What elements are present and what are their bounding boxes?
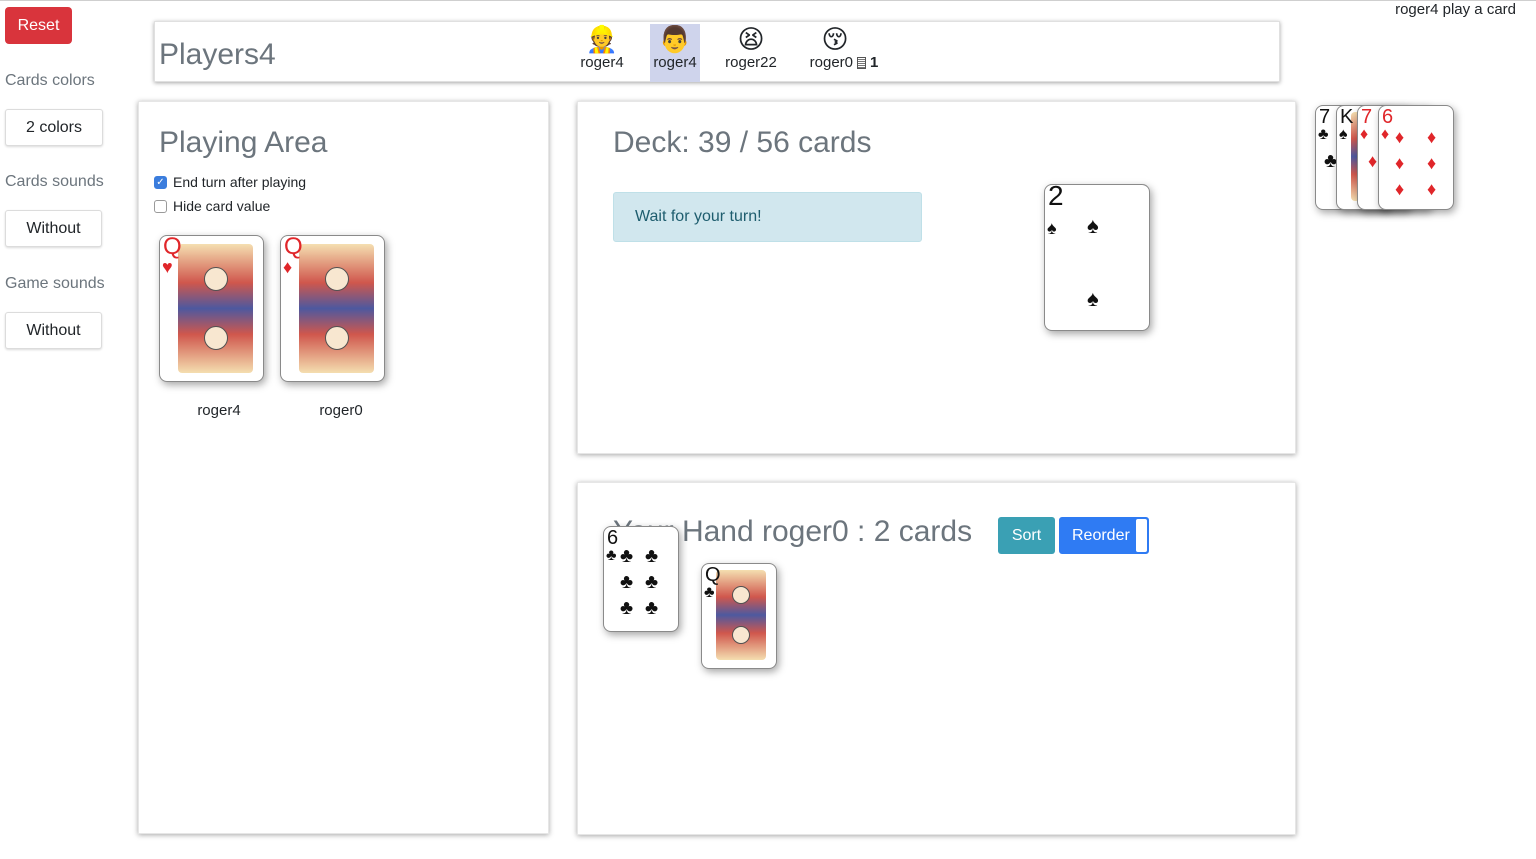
club-suit-icon: ♣ xyxy=(704,584,715,601)
diamond-pip-icon: ♦ xyxy=(1395,153,1405,173)
hand-card-queen-clubs[interactable]: Q ♣ xyxy=(701,563,777,669)
club-suit-icon: ♣ xyxy=(606,547,617,564)
club-pip-icon: ♣ xyxy=(645,571,659,593)
club-pip-icon: ♣ xyxy=(645,545,659,567)
spade-pip-icon: ♠ xyxy=(1087,213,1099,238)
wait-turn-alert: Wait for your turn! xyxy=(613,192,922,242)
tired-face-avatar-icon: 😫 xyxy=(737,24,765,54)
spade-pip-icon: ♠ xyxy=(1087,286,1099,311)
reset-button[interactable]: Reset xyxy=(5,7,72,44)
hide-value-checkbox[interactable] xyxy=(154,199,167,213)
man-avatar-icon: 👨 xyxy=(658,24,692,54)
heart-suit-icon: ♥ xyxy=(162,257,173,277)
club-pip-icon: ♣ xyxy=(620,571,634,593)
hand-card-six-clubs[interactable]: 6 ♣ ♣ ♣ ♣ ♣ ♣ ♣ xyxy=(603,526,679,632)
players-bar: Players4 👷 roger4 👨 roger4 😫 roger22 😚 r… xyxy=(154,21,1280,82)
spade-suit-icon: ♠ xyxy=(1339,126,1348,143)
player-name: roger4 xyxy=(653,54,697,71)
card-count-icon xyxy=(857,56,866,69)
diamond-pip-icon: ♦ xyxy=(1368,151,1378,171)
deck-top-card[interactable]: 2 ♠ ♠ ♠ xyxy=(1044,184,1150,331)
club-pip-icon: ♣ xyxy=(645,597,659,619)
deck-panel: Deck: 39 / 56 cards Wait for your turn! … xyxy=(577,101,1296,454)
reorder-toggle[interactable]: Reorder xyxy=(1059,517,1149,554)
card-rank: 2 xyxy=(1048,184,1064,211)
diamond-pip-icon: ♦ xyxy=(1427,127,1437,147)
played-card-owner: roger4 xyxy=(197,402,241,419)
diamond-pip-icon: ♦ xyxy=(1427,153,1437,173)
kissing-face-avatar-icon: 😚 xyxy=(821,24,849,54)
deck-title: Deck: 39 / 56 cards xyxy=(613,126,872,159)
club-pip-icon: ♣ xyxy=(620,597,634,619)
sort-button[interactable]: Sort xyxy=(998,517,1055,554)
club-suit-icon: ♣ xyxy=(1318,126,1329,143)
player-roger0[interactable]: 😚 roger0 1 xyxy=(803,24,885,71)
player-roger4-a[interactable]: 👷 roger4 xyxy=(575,24,629,71)
cards-colors-button[interactable]: 2 colors xyxy=(5,109,103,146)
cards-sounds-label: Cards sounds xyxy=(5,173,104,190)
game-sounds-button[interactable]: Without xyxy=(5,312,102,349)
hand-panel: Your Hand roger0 : 2 cards Sort Reorder … xyxy=(577,482,1296,835)
end-turn-label: End turn after playing xyxy=(173,174,307,190)
queen-figure-icon xyxy=(178,244,253,373)
player-name: roger22 xyxy=(725,54,777,71)
card-count: 1 xyxy=(870,54,879,71)
played-card-queen-hearts: Q ♥ xyxy=(159,235,264,382)
diamond-suit-icon: ♦ xyxy=(1381,126,1390,143)
played-card-owner: roger0 xyxy=(319,402,363,419)
queen-figure-icon xyxy=(716,570,766,660)
cards-sounds-button[interactable]: Without xyxy=(5,210,102,247)
club-pip-icon: ♣ xyxy=(620,545,634,567)
diamond-pip-icon: ♦ xyxy=(1427,179,1437,199)
player-name: roger0 xyxy=(809,54,853,71)
queen-figure-icon xyxy=(299,244,374,373)
status-message: roger4 play a card xyxy=(1395,1,1516,18)
diamond-suit-icon: ♦ xyxy=(1360,126,1369,143)
played-card-queen-diamonds: Q ♦ xyxy=(280,235,385,382)
diamond-suit-icon: ♦ xyxy=(283,257,293,277)
hide-value-option[interactable]: Hide card value xyxy=(154,198,270,214)
diamond-pip-icon: ♦ xyxy=(1395,127,1405,147)
players-title: Players4 xyxy=(159,38,276,71)
pile-card-top: 6 ♦ ♦ ♦ ♦ ♦ ♦ ♦ xyxy=(1378,105,1454,210)
player-name: roger4 xyxy=(580,54,624,71)
hide-value-label: Hide card value xyxy=(173,198,271,214)
playing-area-title: Playing Area xyxy=(159,126,328,159)
played-pile: 7 ♣ ♣ K ♠ 7 ♦ ♦ 6 ♦ ♦ ♦ ♦ ♦ ♦ ♦ xyxy=(1315,105,1455,213)
diamond-pip-icon: ♦ xyxy=(1395,179,1405,199)
playing-area-panel: Playing Area ✓ End turn after playing Hi… xyxy=(138,101,549,834)
player-roger22[interactable]: 😫 roger22 xyxy=(720,24,782,71)
reorder-label: Reorder xyxy=(1072,526,1130,544)
player-roger4-b-active[interactable]: 👨 roger4 xyxy=(650,24,700,82)
cards-colors-label: Cards colors xyxy=(5,72,95,89)
toggle-knob xyxy=(1136,519,1147,552)
worker-avatar-icon: 👷 xyxy=(585,24,619,54)
spade-suit-icon: ♠ xyxy=(1047,218,1057,238)
end-turn-checkbox[interactable]: ✓ xyxy=(154,175,167,189)
game-sounds-label: Game sounds xyxy=(5,275,105,292)
end-turn-option[interactable]: ✓ End turn after playing xyxy=(154,174,306,190)
